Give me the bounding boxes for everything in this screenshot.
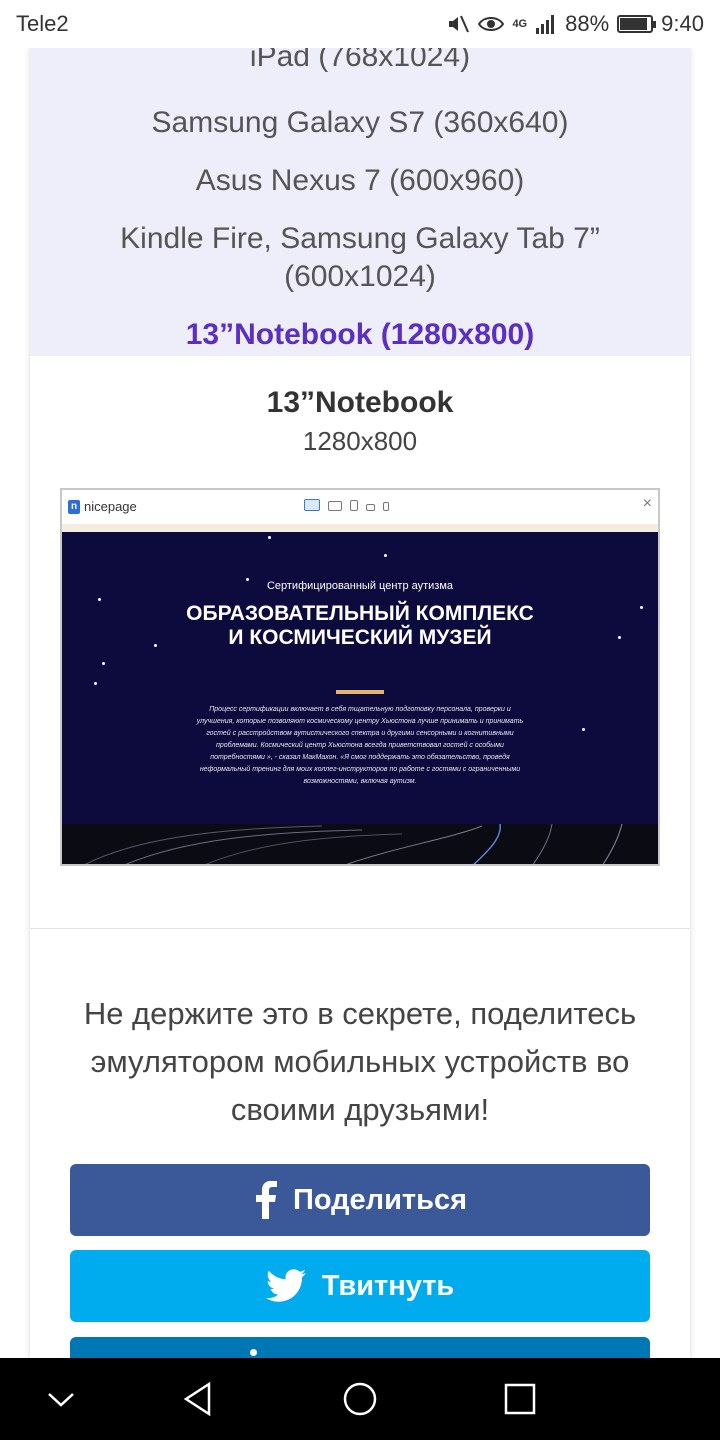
facebook-icon [255, 1181, 277, 1219]
facebook-share-button[interactable]: Поделиться [70, 1164, 650, 1236]
tablet-icon[interactable] [350, 500, 358, 511]
star-icon [102, 662, 105, 665]
close-icon[interactable]: × [643, 495, 652, 513]
star-icon [98, 598, 101, 601]
star-icon [384, 554, 387, 557]
hero-subtitle: Сертифицированный центр аутизма [266, 580, 454, 592]
star-icon [268, 536, 271, 539]
nicepage-brand: nicepage [84, 499, 137, 514]
star-icon [640, 606, 643, 609]
twitter-share-button[interactable]: Твитнуть [70, 1250, 650, 1322]
tablet-landscape-icon[interactable] [366, 504, 375, 511]
preview-title: 13”Notebook [266, 386, 454, 419]
preview-size: 1280x800 [302, 426, 418, 456]
preview-header-strip [62, 524, 658, 532]
star-icon [618, 636, 621, 639]
twitter-share-label: Твитнуть [321, 1269, 455, 1302]
device-item-kindle-fire-size[interactable]: (600x1024) [30, 258, 690, 296]
device-item-galaxy-s7[interactable]: Samsung Galaxy S7 (360x640) [30, 104, 690, 142]
recents-icon[interactable] [499, 1378, 541, 1420]
device-preview-frame[interactable]: n nicepage × Сертифицированный центр аут… [60, 488, 660, 866]
back-icon[interactable] [178, 1378, 220, 1420]
device-item-notebook-active[interactable]: 13”Notebook (1280x800) [30, 316, 690, 354]
preview-toolbar: n nicepage × [62, 490, 658, 524]
star-trails-image [62, 824, 658, 864]
linkedin-share-button[interactable] [70, 1337, 650, 1358]
home-icon[interactable] [339, 1378, 381, 1420]
hero-divider [336, 690, 384, 694]
facebook-share-label: Поделиться [292, 1183, 468, 1216]
star-icon [154, 644, 157, 647]
twitter-icon [265, 1269, 306, 1302]
nicepage-logo-icon: n [68, 499, 80, 514]
device-item-ipad[interactable]: iPad (768x1024) [30, 48, 690, 76]
share-prompt: Не держите это в секрете, поделитесь эму… [83, 996, 637, 1127]
device-list: iPad (768x1024) Samsung Galaxy S7 (360x6… [30, 48, 690, 356]
device-switcher [304, 499, 389, 511]
star-icon [94, 682, 97, 685]
mute-icon [449, 15, 470, 33]
linkedin-icon [250, 1349, 257, 1356]
page-content[interactable]: iPad (768x1024) Samsung Galaxy S7 (360x6… [0, 48, 720, 1358]
chevron-down-icon[interactable] [40, 1378, 82, 1420]
nicepage-logo: n nicepage [68, 499, 137, 514]
signal-icon [536, 15, 555, 34]
device-item-nexus-7[interactable]: Asus Nexus 7 (600x960) [30, 162, 690, 200]
content-card: iPad (768x1024) Samsung Galaxy S7 (360x6… [30, 48, 690, 1358]
carrier-label: Tele2 [16, 11, 69, 36]
section-divider [30, 928, 690, 929]
desktop-icon[interactable] [304, 499, 320, 511]
hero-paragraph: Процесс сертификации включает в себя тща… [196, 706, 524, 785]
eye-icon [478, 17, 505, 31]
star-trails-graphic [84, 824, 623, 864]
battery-icon [617, 15, 657, 33]
status-bar: Tele2 4G 88% 9:40 [0, 0, 720, 48]
device-item-kindle-fire[interactable]: Kindle Fire, Samsung Galaxy Tab 7” [30, 220, 690, 258]
status-icons: 4G 88% 9:40 [446, 11, 704, 37]
hero-headline: ОБРАЗОВАТЕЛЬНЫЙ КОМПЛЕКС И КОСМИЧЕСКИЙ М… [186, 602, 534, 649]
star-icon [582, 728, 585, 731]
clock: 9:40 [661, 11, 704, 36]
phone-icon[interactable] [383, 502, 389, 511]
laptop-icon[interactable] [328, 501, 342, 511]
preview-hero: Сертифицированный центр аутизма ОБРАЗОВА… [62, 532, 658, 824]
system-nav-bar [0, 1358, 720, 1440]
battery-percent: 88% [565, 11, 610, 36]
network-type: 4G [512, 18, 528, 30]
